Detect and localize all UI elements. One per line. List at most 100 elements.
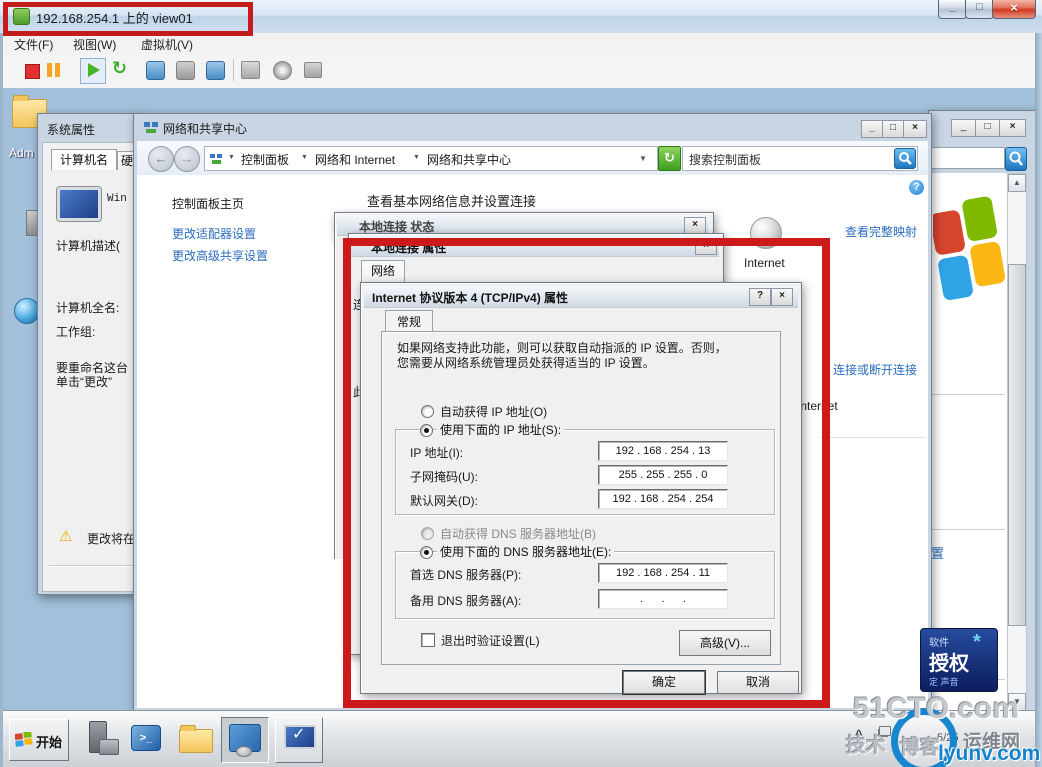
warning-icon: ⚠ bbox=[59, 528, 73, 545]
network-center-icon bbox=[144, 121, 158, 133]
tab-computer-name[interactable]: 计算机名 bbox=[51, 149, 117, 170]
bg-scrollbar[interactable]: ▲ ▼ bbox=[1007, 173, 1027, 712]
bg-separator-2 bbox=[931, 529, 1005, 530]
annotation-box-dialog bbox=[343, 238, 830, 708]
refresh-button[interactable]: ↻ bbox=[658, 146, 681, 171]
search-input-text[interactable]: 搜索控制面板 bbox=[689, 151, 761, 168]
vmware-console-window: 192.168.254.1 上的 view01 _ □ × 文件(F) 视图(W… bbox=[0, 0, 1042, 767]
content-separator bbox=[820, 437, 926, 438]
computer-description-label: 计算机描述( bbox=[56, 239, 120, 253]
pause-icon[interactable] bbox=[47, 63, 52, 77]
network-center-title: 网络和共享中心 bbox=[163, 122, 248, 136]
badge-line2: 授权 bbox=[929, 653, 969, 675]
computer-icon bbox=[57, 187, 101, 221]
bg-minimize-button[interactable]: _ bbox=[951, 119, 976, 137]
desktop-user-label: Adm bbox=[9, 146, 34, 160]
start-label: 开始 bbox=[36, 735, 63, 750]
windows-flag-icon bbox=[14, 731, 33, 752]
bg-settings-link-fragment[interactable]: 置 bbox=[931, 543, 944, 562]
chevron-icon: ▼ bbox=[301, 154, 308, 161]
genuine-software-badge: 软件 * 授权 定 声音 bbox=[920, 628, 998, 692]
menu-view[interactable]: 视图(W) bbox=[73, 36, 116, 53]
close-button[interactable]: × bbox=[992, 0, 1036, 19]
chevron-down-icon[interactable]: ▼ bbox=[639, 154, 647, 163]
explorer-folder-icon[interactable] bbox=[179, 725, 213, 753]
sysprops-body: 计算机名 硬件 Win 计算机描述( 计算机全名: 工作组: 要重命名这台 单击… bbox=[42, 142, 138, 592]
powershell-icon[interactable]: >_ bbox=[131, 725, 161, 751]
system-icon-button[interactable]: ✓ bbox=[275, 717, 323, 763]
rename-note-line2: 单击“更改” bbox=[56, 375, 112, 389]
crumb-network-center[interactable]: 网络和共享中心 bbox=[427, 151, 511, 168]
tray-date[interactable]: 5/25 bbox=[937, 732, 958, 744]
sysprops-separator bbox=[49, 565, 133, 566]
console-toolbar: ↻ bbox=[3, 54, 1035, 89]
usb-device-icon[interactable] bbox=[304, 62, 322, 78]
bg-scroll-up-icon[interactable]: ▲ bbox=[1008, 174, 1026, 192]
crumb-network-internet[interactable]: 网络和 Internet bbox=[315, 151, 395, 168]
power-off-icon[interactable] bbox=[25, 64, 40, 79]
snapshot-take-icon[interactable] bbox=[146, 61, 165, 80]
annotation-box-title bbox=[3, 2, 253, 36]
chevron-icon: ▼ bbox=[228, 154, 235, 161]
console-left-border bbox=[0, 33, 3, 767]
bg-search-input[interactable] bbox=[931, 147, 1005, 169]
chevron-icon: ▼ bbox=[413, 154, 420, 161]
bg-scroll-down-icon[interactable]: ▼ bbox=[1008, 693, 1026, 711]
bg-close-button[interactable]: × bbox=[999, 119, 1026, 137]
nc-maximize-button[interactable]: □ bbox=[882, 120, 904, 138]
bg-scrollbar-thumb[interactable] bbox=[1008, 264, 1026, 626]
background-system-window: _ □ × 置 ▲ ▼ bbox=[928, 110, 1037, 714]
reset-icon[interactable]: ↻ bbox=[112, 58, 127, 79]
console-menubar: 文件(F) 视图(W) 虚拟机(V) bbox=[3, 33, 1035, 54]
toolbar-separator bbox=[233, 59, 234, 81]
nc-close-button[interactable]: × bbox=[903, 120, 927, 138]
maximize-button[interactable]: □ bbox=[965, 0, 994, 19]
view-full-map-link[interactable]: 查看完整映射 bbox=[845, 223, 917, 240]
connect-disconnect-link[interactable]: 连接或断开连接 bbox=[833, 361, 917, 378]
check-icon: ✓ bbox=[292, 726, 306, 743]
server-manager-toolbox-icon[interactable] bbox=[99, 739, 119, 755]
breadcrumb-icon bbox=[210, 152, 223, 164]
workgroup-label: 工作组: bbox=[56, 325, 96, 339]
help-icon[interactable]: ? bbox=[909, 180, 924, 195]
system-properties-window: 系统属性 计算机名 硬件 Win 计算机描述( 计算机全名: 工作组: 要重命名… bbox=[37, 113, 139, 595]
cd-drive-icon[interactable] bbox=[273, 61, 292, 80]
back-icon[interactable]: ← bbox=[148, 146, 174, 172]
change-note: 更改将在 bbox=[87, 532, 136, 546]
bg-separator-1 bbox=[931, 394, 1005, 395]
settings-disk-icon[interactable] bbox=[241, 61, 260, 79]
minimize-button[interactable]: _ bbox=[938, 0, 967, 19]
bg-search-icon[interactable] bbox=[1005, 147, 1027, 171]
computer-fullname-label: 计算机全名: bbox=[56, 301, 120, 315]
menu-file[interactable]: 文件(F) bbox=[14, 36, 53, 53]
snapshot-revert-icon[interactable] bbox=[176, 61, 195, 80]
crumb-control-panel[interactable]: 控制面板 bbox=[241, 151, 289, 168]
sysprops-os-fragment: Win bbox=[107, 193, 127, 205]
snapshot-manager-icon[interactable] bbox=[206, 61, 225, 80]
tray-expand-icon[interactable]: ^ bbox=[855, 727, 863, 742]
sidebar-link-adapter-settings[interactable]: 更改适配器设置 bbox=[172, 225, 256, 242]
sysprops-title: 系统属性 bbox=[47, 123, 96, 137]
tray-flag-icon[interactable] bbox=[879, 726, 891, 736]
windows-logo bbox=[931, 186, 1007, 331]
search-icon[interactable] bbox=[894, 148, 916, 169]
search-box[interactable]: 搜索控制面板 bbox=[682, 146, 918, 171]
control-panel-dot-icon bbox=[236, 746, 252, 757]
sidebar-item-home[interactable]: 控制面板主页 bbox=[172, 195, 244, 212]
breadcrumb[interactable]: ▼ 控制面板 ▼ 网络和 Internet ▼ 网络和共享中心 ▼ bbox=[204, 146, 658, 171]
control-panel-button[interactable] bbox=[221, 717, 269, 763]
main-heading: 查看基本网络信息并设置连接 bbox=[367, 194, 537, 209]
play-icon bbox=[88, 63, 100, 77]
sidebar-link-sharing-settings[interactable]: 更改高级共享设置 bbox=[172, 247, 268, 264]
taskbar: 开始 >_ ✓ ^ 5/25 bbox=[3, 710, 1035, 767]
status-close-button[interactable]: × bbox=[684, 217, 706, 234]
forward-icon[interactable]: → bbox=[174, 146, 200, 172]
bg-maximize-button[interactable]: □ bbox=[975, 119, 1000, 137]
badge-star-icon: * bbox=[973, 631, 981, 653]
address-bar: ← → ▼ 控制面板 ▼ 网络和 Internet ▼ 网络和共享中心 ▼ ↻ … bbox=[137, 141, 928, 176]
nc-minimize-button[interactable]: _ bbox=[861, 120, 883, 138]
menu-vm[interactable]: 虚拟机(V) bbox=[141, 36, 193, 53]
start-button[interactable]: 开始 bbox=[9, 719, 69, 761]
console-right-border bbox=[1035, 33, 1042, 767]
badge-line3: 定 声音 bbox=[929, 677, 959, 687]
